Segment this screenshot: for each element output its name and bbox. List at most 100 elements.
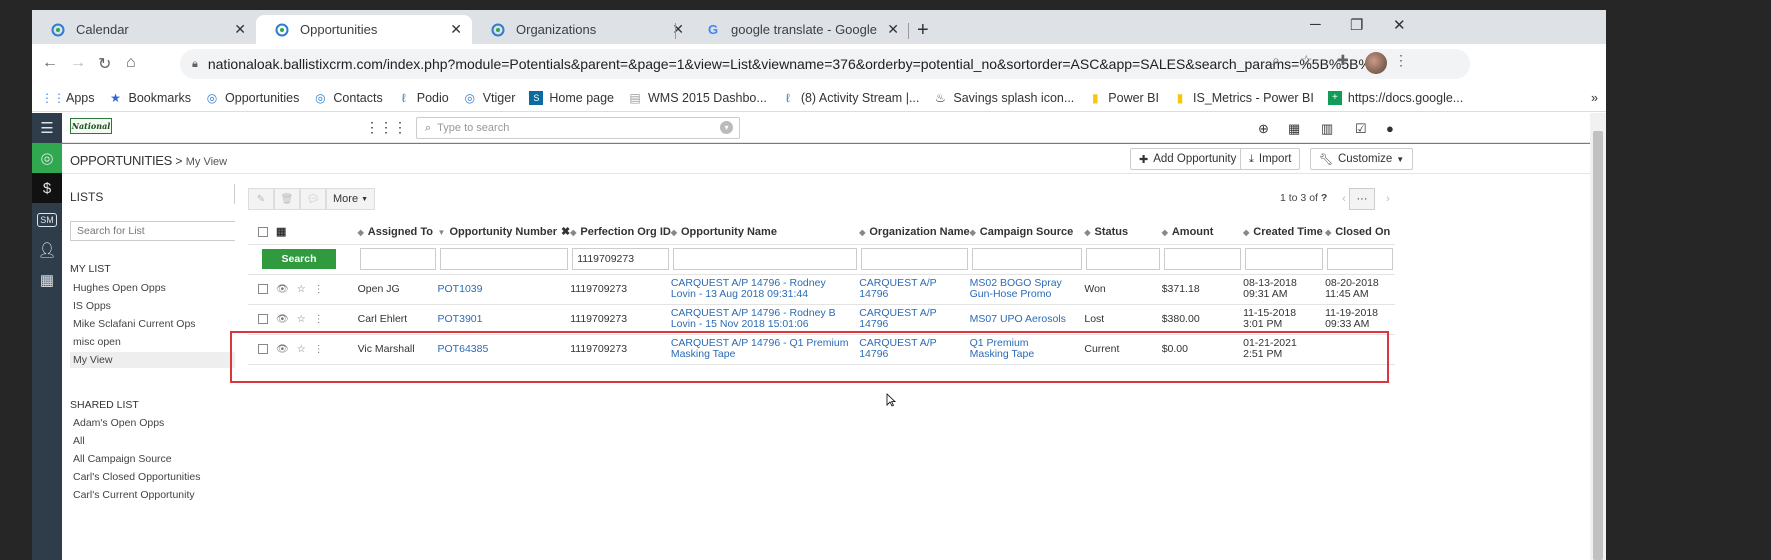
col-campaign-source[interactable]: ◆ Campaign Source	[969, 220, 1085, 245]
table-row[interactable]: 👁︎ ☆ ⋮ Carl Ehlert POT3901 1119709273 CARQ…	[248, 304, 1395, 335]
list-item[interactable]: Mike Sclafani Current Ops	[70, 316, 256, 332]
filter-closed-on[interactable]	[1327, 248, 1393, 270]
page-scrollbar[interactable]	[1590, 113, 1606, 560]
module-title[interactable]: OPPORTUNITIES	[70, 153, 172, 168]
bookmarks-overflow[interactable]: »	[1591, 91, 1598, 105]
eye-icon[interactable]: 👁︎	[276, 284, 289, 295]
window-close-button[interactable]: ✕	[1393, 16, 1406, 34]
search-button[interactable]: Search	[262, 249, 336, 269]
global-search-input[interactable]: ⌕ Type to search ▾	[416, 117, 740, 139]
new-tab-button[interactable]: +	[917, 19, 929, 42]
rail-sm[interactable]: SM	[32, 205, 62, 235]
organization-link[interactable]: CARQUEST A/P 14796	[859, 337, 936, 360]
organization-icon[interactable]: ▦	[32, 265, 62, 295]
list-item-selected[interactable]: My View⌄	[70, 352, 256, 368]
col-opportunity-number[interactable]: ▼ Opportunity Number ✖	[437, 220, 571, 245]
campaign-link[interactable]: Q1 Premium Masking Tape	[970, 337, 1035, 360]
edit-icon[interactable]: ✎	[248, 188, 274, 210]
chevron-down-icon[interactable]: ▾	[720, 121, 733, 134]
user-icon[interactable]: ●	[1386, 121, 1394, 136]
menu-kebab-icon[interactable]: ⋮	[1394, 52, 1408, 69]
kebab-icon[interactable]: ⋮	[314, 284, 324, 295]
list-item[interactable]: Carl's Current Opportunity	[70, 487, 256, 503]
calendar-icon[interactable]: ▦	[1288, 121, 1300, 137]
bookmark-opportunities[interactable]: ◎ Opportunities	[205, 91, 300, 105]
tab-google-translate[interactable]: G google translate - Google Search ✕	[687, 15, 909, 44]
bookmark-activity-stream[interactable]: ℓ (8) Activity Stream |...	[781, 91, 920, 105]
tab-organizations[interactable]: Organizations ✕	[472, 15, 694, 44]
eye-icon[interactable]: 👁︎	[276, 314, 289, 325]
bookmark-wms-dashboard[interactable]: ▤ WMS 2015 Dashbo...	[628, 91, 766, 105]
col-created-time[interactable]: ◆ Created Time	[1243, 220, 1326, 245]
tab-opportunities[interactable]: Opportunities ✕	[256, 15, 472, 44]
list-item[interactable]: IS Opps	[70, 298, 256, 314]
bookmark-contacts[interactable]: ◎ Contacts	[313, 91, 383, 105]
search-list-input[interactable]: Search for List	[70, 221, 256, 241]
list-item[interactable]: Carl's Closed Opportunities	[70, 469, 256, 485]
customize-button[interactable]: 🔧︎ Customize ▼	[1310, 148, 1414, 170]
next-page-icon[interactable]: ›	[1381, 188, 1395, 210]
table-row[interactable]: 👁︎ ☆ ⋮ Vic Marshall POT64385 1119709273 CA…	[248, 334, 1395, 365]
opportunity-name-link[interactable]: CARQUEST A/P 14796 - Rodney B Lovin - 15 …	[671, 307, 836, 330]
row-checkbox[interactable]	[258, 344, 268, 354]
filter-opportunity-number[interactable]	[439, 248, 569, 270]
clear-sort-icon[interactable]: ✖	[561, 226, 570, 238]
company-logo[interactable]: National	[70, 118, 112, 134]
list-item[interactable]: Hughes Open Opps	[70, 280, 256, 296]
list-item[interactable]: Adam's Open Opps	[70, 415, 256, 431]
list-item[interactable]: All	[70, 433, 256, 449]
reload-icon[interactable]: ↻	[98, 54, 111, 74]
col-opportunity-name[interactable]: ◆ Opportunity Name	[670, 220, 860, 245]
delete-icon[interactable]: 🗑︎	[274, 188, 300, 210]
minimize-button[interactable]: ─	[1310, 16, 1321, 33]
comment-icon[interactable]: 💬︎	[300, 188, 326, 210]
table-row[interactable]: 👁︎ ☆ ⋮ Open JG POT1039 1119709273 CARQUEST…	[248, 274, 1395, 305]
back-arrow-icon[interactable]: ←	[42, 54, 58, 72]
app-grid-icon[interactable]: ⋮⋮⋮	[365, 119, 407, 136]
col-assigned-to[interactable]: ◆ Assigned To	[357, 220, 438, 245]
filter-created-time[interactable]	[1245, 248, 1324, 270]
bookmark-star-icon[interactable]: ☆	[1300, 52, 1313, 69]
organization-link[interactable]: CARQUEST A/P 14796	[859, 277, 936, 300]
kebab-icon[interactable]: ⋮	[314, 314, 324, 325]
opportunity-number-link[interactable]: POT3901	[438, 313, 483, 325]
filter-amount[interactable]	[1163, 248, 1242, 270]
eye-icon[interactable]: 👁︎	[276, 344, 289, 355]
col-perfection-org-id[interactable]: ◆ Perfection Org ID	[570, 220, 671, 245]
bookmark-bookmarks[interactable]: ★ Bookmarks	[109, 91, 191, 105]
zoom-icon[interactable]: ⌕	[1272, 52, 1280, 69]
filter-status[interactable]	[1086, 248, 1160, 270]
opportunity-number-link[interactable]: POT1039	[438, 283, 483, 295]
close-icon[interactable]: ✕	[450, 21, 462, 38]
opportunity-name-link[interactable]: CARQUEST A/P 14796 - Rodney Lovin - 13 Au…	[671, 277, 826, 300]
bookmark-vtiger[interactable]: ◎ Vtiger	[463, 91, 515, 105]
bookmark-home-page[interactable]: S Home page	[529, 90, 614, 105]
organization-link[interactable]: CARQUEST A/P 14796	[859, 307, 936, 330]
filter-assigned-to[interactable]	[359, 248, 436, 270]
star-icon[interactable]: ☆	[297, 344, 306, 355]
sales-app-icon[interactable]: ◎	[32, 143, 62, 173]
campaign-link[interactable]: MS07 UPO Aerosols	[970, 313, 1066, 325]
contact-icon[interactable]: 👤︎	[32, 235, 62, 265]
scrollbar-thumb[interactable]	[1593, 131, 1603, 560]
kebab-icon[interactable]: ⋮	[314, 344, 324, 355]
row-checkbox[interactable]	[258, 284, 268, 294]
reports-icon[interactable]: ▥	[1321, 121, 1333, 137]
opportunity-number-link[interactable]: POT64385	[438, 343, 489, 355]
bookmark-apps[interactable]: ⋮⋮ Apps	[41, 91, 95, 105]
list-item[interactable]: misc open	[70, 334, 256, 350]
forward-arrow-icon[interactable]: →	[70, 54, 86, 72]
extensions-icon[interactable]: ✚	[1337, 52, 1349, 69]
campaign-link[interactable]: MS02 BOGO Spray Gun-Hose Promo	[970, 277, 1062, 300]
opportunity-name-link[interactable]: CARQUEST A/P 14796 - Q1 Premium Masking T…	[671, 337, 849, 360]
filter-campaign-source[interactable]	[971, 248, 1083, 270]
hamburger-menu-icon[interactable]: ☰	[32, 113, 62, 143]
bookmark-podio[interactable]: ℓ Podio	[397, 91, 449, 105]
row-checkbox[interactable]	[258, 314, 268, 324]
star-icon[interactable]: ☆	[297, 284, 306, 295]
profile-avatar[interactable]	[1365, 52, 1387, 74]
tasks-icon[interactable]: ☑	[1355, 121, 1367, 137]
quick-create-icon[interactable]: ⊕	[1258, 121, 1269, 137]
star-icon[interactable]: ☆	[297, 314, 306, 325]
home-icon[interactable]: ⌂	[126, 54, 136, 72]
